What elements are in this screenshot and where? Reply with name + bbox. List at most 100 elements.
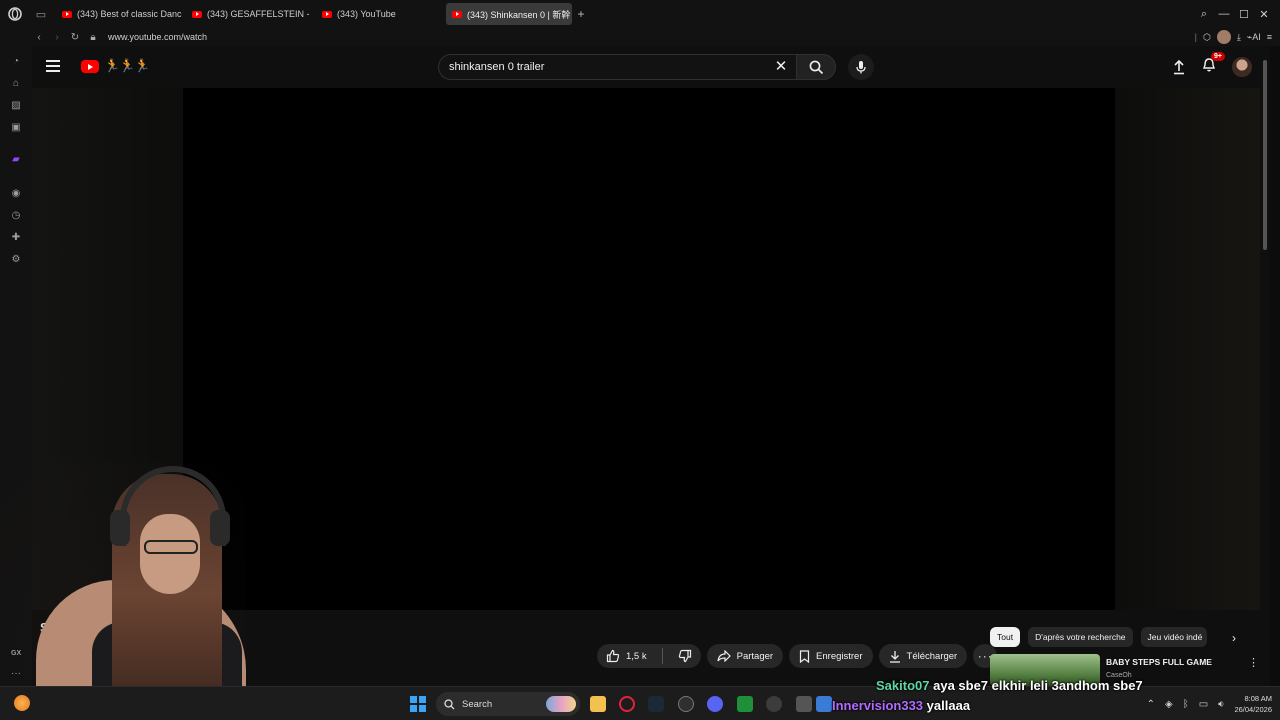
like-button[interactable]: 1,5 k xyxy=(597,644,656,668)
tray-app-icon[interactable]: ◈ xyxy=(1165,699,1173,710)
url-field[interactable]: www.youtube.com/watch xyxy=(108,32,207,42)
related-filter-chips: Tout D'après votre recherche Jeu vidéo i… xyxy=(990,627,1207,647)
easy-setup-icon[interactable]: ≡ xyxy=(1267,32,1272,42)
opera-logo-icon[interactable] xyxy=(0,0,30,28)
upload-icon[interactable] xyxy=(1172,59,1186,75)
maximize-icon[interactable]: ☐ xyxy=(1234,8,1254,21)
browser-tab[interactable]: (343) GESAFFELSTEIN - D xyxy=(186,3,312,25)
close-icon[interactable]: ✕ xyxy=(1254,8,1274,21)
minimize-icon[interactable]: — xyxy=(1214,8,1234,20)
taskbar-search[interactable]: Search xyxy=(436,692,580,716)
steam-icon[interactable] xyxy=(648,696,664,712)
browser-tab-active[interactable]: (343) Shinkansen 0 | 新幹 xyxy=(446,3,572,25)
forward-icon[interactable]: › xyxy=(48,32,66,43)
chat-username: Sakito07 xyxy=(876,678,930,693)
reload-icon[interactable]: ↻ xyxy=(66,32,84,43)
chat-text: yallaaa xyxy=(926,698,971,713)
clear-search-icon[interactable]: ✕ xyxy=(774,59,788,74)
back-icon[interactable]: ‹ xyxy=(30,32,48,43)
new-tab-button[interactable]: + xyxy=(572,7,590,21)
settings-icon[interactable]: ⚙ xyxy=(9,252,23,266)
browser-tab[interactable]: (343) Best of classic Danc xyxy=(56,3,182,25)
divider-icon: | xyxy=(1194,32,1197,42)
headset-earcup-right xyxy=(210,510,230,546)
ai-label: AI xyxy=(1252,31,1261,42)
gx-cleaner-icon[interactable]: ▨ xyxy=(9,98,23,112)
messenger-icon[interactable]: ▣ xyxy=(9,120,23,134)
search-highlight-image xyxy=(546,696,576,712)
start-button[interactable] xyxy=(410,696,426,712)
screen: ▭ (343) Best of classic Danc (343) GESAF… xyxy=(0,0,1280,720)
chevron-up-icon[interactable]: ⌃ xyxy=(1147,699,1155,710)
scrollbar-thumb[interactable] xyxy=(1263,60,1267,250)
video-actions: 1,5 k Partager Enregistrer Télécharger ·… xyxy=(597,644,998,668)
chat-message: Innervision333 yallaaa xyxy=(832,696,1143,716)
widgets-icon[interactable] xyxy=(14,695,30,711)
search-tabs-icon[interactable]: ⌕ xyxy=(1194,8,1214,21)
youtube-logo-icon[interactable] xyxy=(81,60,99,73)
settings-app-icon[interactable] xyxy=(796,696,812,712)
twitch-icon[interactable]: ▰ xyxy=(9,152,23,166)
divider xyxy=(661,648,663,664)
file-explorer-icon[interactable] xyxy=(590,696,606,712)
extensions-icon[interactable]: ⬡ xyxy=(1203,32,1211,43)
extensions-side-icon[interactable]: ✚ xyxy=(9,230,23,244)
save-label: Enregistrer xyxy=(816,650,863,662)
stream-chat-overlay: Sakito07 aya sbe7 elkhir leli 3andhom sb… xyxy=(832,676,1143,716)
search-icon xyxy=(444,698,455,709)
player-icon[interactable]: ◉ xyxy=(9,186,23,200)
save-button[interactable]: Enregistrer xyxy=(789,644,873,668)
account-avatar[interactable] xyxy=(1232,57,1252,77)
clock-date: 26/04/2026 xyxy=(1234,705,1272,714)
youtube-doodle[interactable]: 🏃🏃🏃 xyxy=(104,58,151,74)
store-icon[interactable] xyxy=(816,696,832,712)
app-icon[interactable] xyxy=(678,696,694,712)
gx-control-icon[interactable]: ◔ xyxy=(9,54,23,68)
hamburger-menu-icon[interactable] xyxy=(46,60,60,72)
voice-search-button[interactable] xyxy=(848,54,874,80)
search-button[interactable] xyxy=(796,54,836,80)
browser-tab[interactable]: (343) YouTube xyxy=(316,3,442,25)
taskbar-search-label: Search xyxy=(462,698,493,710)
chip-all[interactable]: Tout xyxy=(990,627,1021,647)
share-label: Partager xyxy=(736,650,774,662)
obs-icon[interactable] xyxy=(766,696,782,712)
bluetooth-icon[interactable]: ᛒ xyxy=(1183,699,1189,710)
network-icon[interactable]: ▭ xyxy=(1199,699,1208,710)
chip-indie-game[interactable]: Jeu vidéo indé xyxy=(1140,627,1207,647)
tab-overview-icon[interactable]: ▭ xyxy=(30,0,52,28)
opera-gx-taskbar-icon[interactable] xyxy=(619,696,635,712)
more-vertical-icon[interactable]: ⋮ xyxy=(1248,656,1259,669)
recommended-title[interactable]: BABY STEPS FULL GAME xyxy=(1106,657,1212,667)
chat-username: Innervision333 xyxy=(832,698,924,713)
dislike-button[interactable] xyxy=(669,644,701,668)
thumbs-up-icon xyxy=(606,649,620,663)
microphone-icon xyxy=(856,61,866,74)
download-button[interactable]: Télécharger xyxy=(878,644,968,668)
youtube-favicon-icon xyxy=(452,10,462,18)
profile-avatar[interactable] xyxy=(1216,30,1231,44)
volume-icon[interactable]: 🔉︎ xyxy=(1218,699,1224,710)
game-launcher-icon[interactable] xyxy=(737,696,753,712)
youtube-header: 🏃🏃🏃 shinkansen 0 trailer ✕ 9+ xyxy=(32,46,1270,88)
chat-text: aya sbe7 elkhir leli 3andhom sbe7 xyxy=(933,678,1143,693)
tab-label: (343) GESAFFELSTEIN - D xyxy=(207,9,312,19)
share-button[interactable]: Partager xyxy=(706,644,784,668)
like-dislike-group: 1,5 k xyxy=(597,644,701,668)
notifications-button[interactable]: 9+ xyxy=(1202,51,1225,78)
ai-button[interactable]: ⌁AI xyxy=(1247,32,1261,43)
chat-message: Sakito07 aya sbe7 elkhir leli 3andhom sb… xyxy=(876,676,1143,696)
chevron-right-icon[interactable]: › xyxy=(1232,631,1236,645)
download-label: Télécharger xyxy=(906,650,958,662)
search-input[interactable]: shinkansen 0 trailer xyxy=(438,54,796,80)
clock[interactable]: 8:08 AM 26/04/2026 xyxy=(1234,693,1272,715)
discord-icon[interactable] xyxy=(707,696,723,712)
chip-from-search[interactable]: D'après votre recherche xyxy=(1028,627,1133,647)
page-scrollbar[interactable] xyxy=(1260,46,1270,686)
gx-corner-icon[interactable]: ⌂ xyxy=(9,76,23,90)
download-icon[interactable]: ⤓ xyxy=(1237,32,1241,43)
webcam-overlay xyxy=(0,462,246,720)
history-icon[interactable]: ◷ xyxy=(9,208,23,222)
lock-icon: 🔒︎ xyxy=(90,31,96,43)
tab-label: (343) Shinkansen 0 | 新幹 xyxy=(467,9,571,20)
